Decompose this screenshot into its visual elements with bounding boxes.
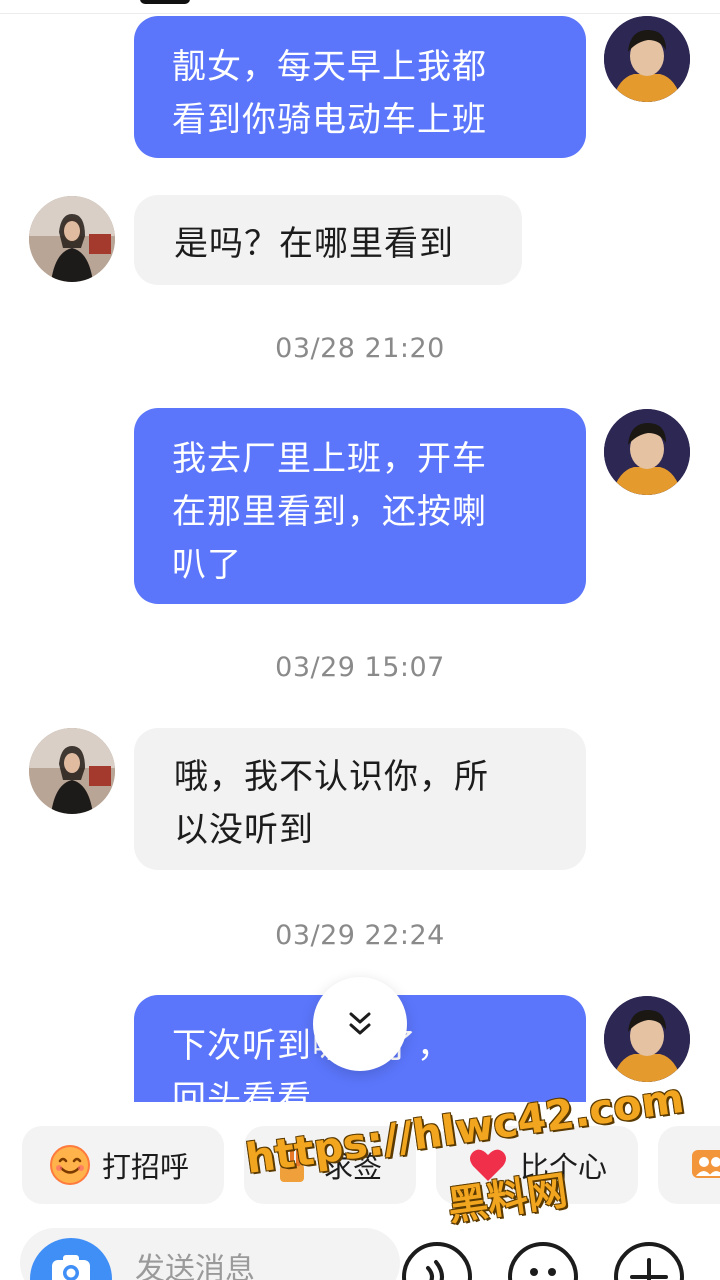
heart-chip[interactable]: 比个心 xyxy=(436,1126,638,1204)
avatar-photo xyxy=(29,728,115,814)
camera-icon xyxy=(52,1255,90,1280)
more-button[interactable] xyxy=(614,1242,684,1280)
my-avatar[interactable] xyxy=(604,409,690,495)
chat-scroll-area[interactable]: 靓女，每天早上我都 看到你骑电动车上班 是吗？在哪里看到 03/28 21:20… xyxy=(0,0,720,1102)
heart-icon xyxy=(466,1143,510,1187)
quick-actions-bar: 打招呼 求签 比个心 xyxy=(0,1102,720,1222)
message-line: 叭了 xyxy=(172,545,242,585)
chip-label: 打招呼 xyxy=(102,1150,190,1184)
timestamp-divider: 03/29 15:07 xyxy=(275,652,445,683)
message-line: 在那里看到，还按喇 xyxy=(172,492,487,532)
my-avatar[interactable] xyxy=(604,996,690,1082)
double-chevron-down-icon xyxy=(349,1012,371,1035)
scroll-to-bottom-button[interactable] xyxy=(313,977,407,1071)
voice-button[interactable] xyxy=(402,1242,472,1280)
message-line: 看到你骑电动车上班 xyxy=(172,100,487,140)
avatar-photo xyxy=(604,16,690,102)
outgoing-message-bubble[interactable]: 靓女，每天早上我都 看到你骑电动车上班 xyxy=(134,16,586,158)
emoji-icon xyxy=(530,1268,556,1276)
message-input-placeholder: 发送消息 xyxy=(135,1252,255,1280)
message-line: 是吗？在哪里看到 xyxy=(174,224,454,264)
smile-emoji-icon xyxy=(48,1143,92,1187)
avatar-photo xyxy=(604,996,690,1082)
contact-avatar[interactable] xyxy=(29,728,115,814)
fortune-chip[interactable]: 求签 xyxy=(244,1126,416,1204)
my-avatar[interactable] xyxy=(604,16,690,102)
message-line: 靓女，每天早上我都 xyxy=(172,47,487,87)
emoji-button[interactable] xyxy=(508,1242,578,1280)
fortune-stick-icon xyxy=(270,1143,314,1187)
greet-chip[interactable]: 打招呼 xyxy=(22,1126,224,1204)
contact-avatar[interactable] xyxy=(29,196,115,282)
voice-icon xyxy=(426,1260,444,1280)
outgoing-message-bubble[interactable]: 我去厂里上班，开车 在那里看到，还按喇 叭了 xyxy=(134,408,586,604)
chip-label: 求签 xyxy=(324,1150,383,1184)
incoming-message-bubble[interactable]: 是吗？在哪里看到 xyxy=(134,195,522,285)
chip-label: 比个心 xyxy=(520,1150,608,1184)
message-line: 回头看看 xyxy=(172,1079,312,1102)
message-line: 以没听到 xyxy=(174,810,314,850)
message-line: 我去厂里上班，开车 xyxy=(172,439,487,479)
plus-icon xyxy=(630,1258,668,1280)
incoming-message-bubble[interactable]: 哦，我不认识你，所 以没听到 xyxy=(134,728,586,870)
message-line: 哦，我不认识你，所 xyxy=(174,757,489,797)
avatar-photo xyxy=(604,409,690,495)
message-composer: 发送消息 xyxy=(0,1222,720,1280)
avatar-photo xyxy=(29,196,115,282)
timestamp-divider: 03/28 21:20 xyxy=(275,333,445,364)
timestamp-divider: 03/29 22:24 xyxy=(275,920,445,951)
group-chat-chip[interactable] xyxy=(658,1126,720,1204)
group-chat-icon xyxy=(688,1143,720,1187)
